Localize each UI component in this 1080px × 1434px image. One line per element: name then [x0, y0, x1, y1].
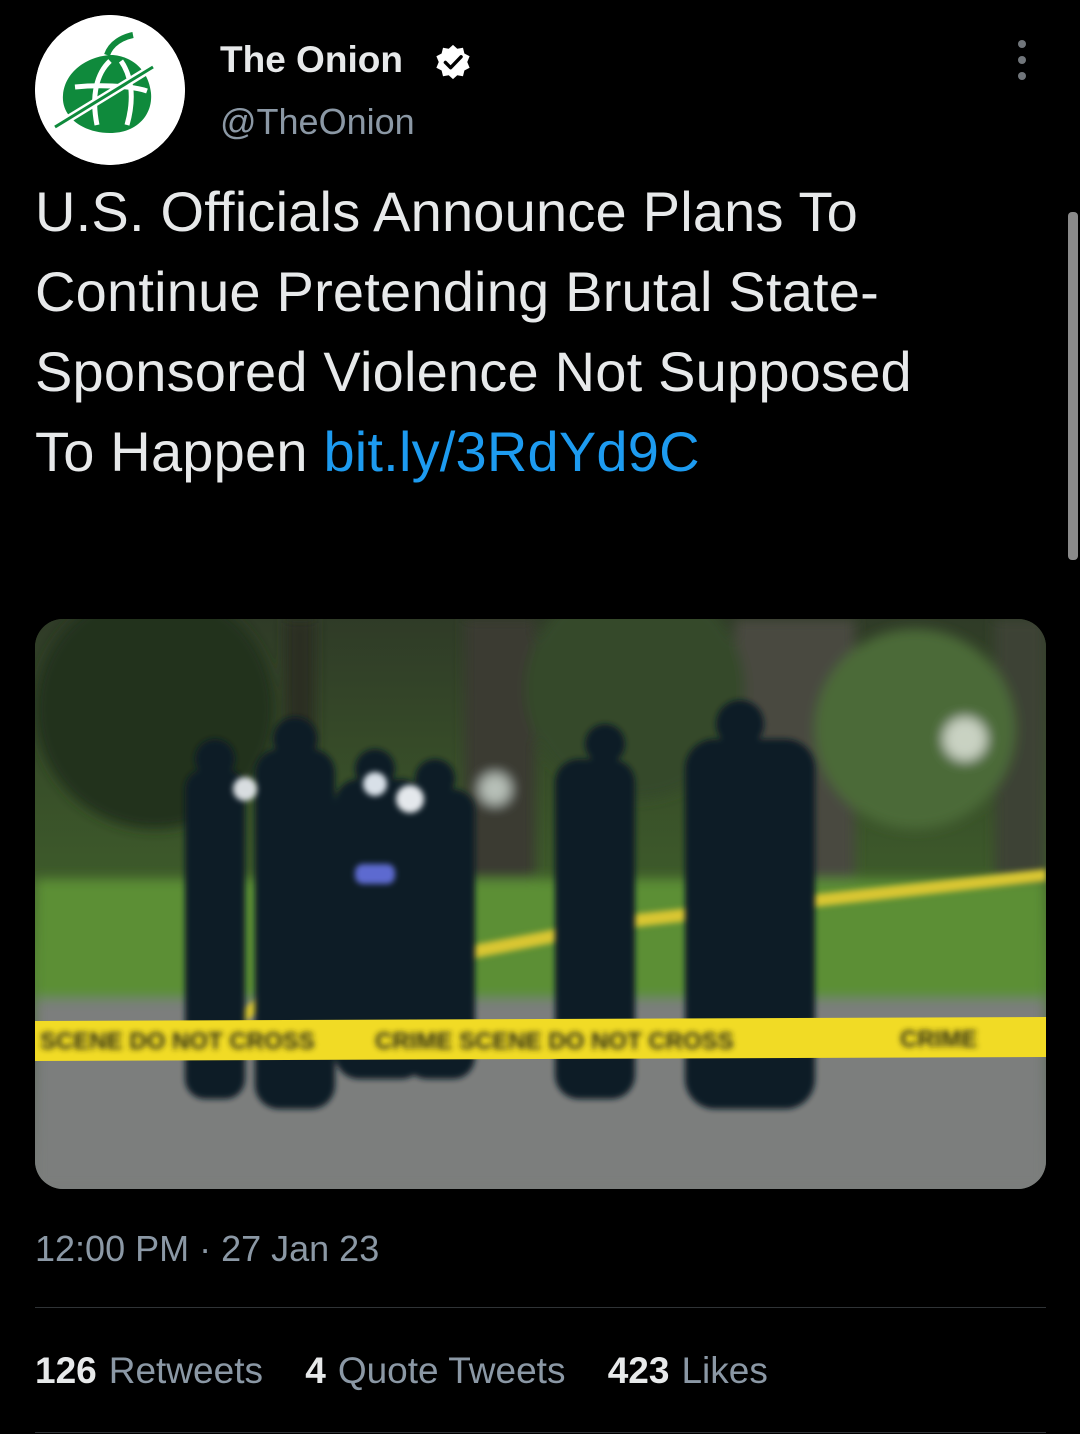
likes-count: 423 — [607, 1350, 670, 1391]
likes-stat[interactable]: 423 Likes — [608, 1348, 768, 1394]
tape-text-3: CRIME — [900, 1026, 977, 1053]
quote-tweets-stat[interactable]: 4 Quote Tweets — [305, 1348, 565, 1394]
quote-tweets-count: 4 — [305, 1350, 326, 1391]
onion-logo-icon — [35, 15, 185, 165]
tweet-image[interactable]: SCENE DO NOT CROSS CRIME SCENE DO NOT CR… — [35, 619, 1046, 1189]
tweet-stats: 126 Retweets 4 Quote Tweets 423 Likes — [35, 1348, 800, 1394]
crime-scene-photo: SCENE DO NOT CROSS CRIME SCENE DO NOT CR… — [35, 619, 1046, 1189]
tweet-link[interactable]: bit.ly/3RdYd9C — [323, 420, 699, 483]
retweets-stat[interactable]: 126 Retweets — [35, 1348, 263, 1394]
tape-text-1: SCENE DO NOT CROSS — [40, 1028, 315, 1055]
retweets-label: Retweets — [108, 1350, 263, 1391]
divider-bottom — [35, 1432, 1046, 1433]
tape-text-2: CRIME SCENE DO NOT CROSS — [375, 1028, 734, 1055]
divider — [35, 1307, 1046, 1308]
more-options-icon[interactable] — [1004, 40, 1040, 80]
tweet-text: U.S. Officials Announce Plans To Continu… — [35, 172, 935, 492]
quote-tweets-label: Quote Tweets — [337, 1350, 566, 1391]
retweets-count: 126 — [35, 1350, 97, 1391]
likes-label: Likes — [681, 1350, 768, 1391]
avatar[interactable] — [35, 15, 185, 165]
author-name[interactable]: The Onion — [220, 38, 403, 82]
scrollbar[interactable] — [1068, 212, 1078, 560]
verified-badge-icon — [436, 44, 470, 80]
author-handle[interactable]: @TheOnion — [220, 100, 415, 144]
tweet-timestamp[interactable]: 12:00 PM · 27 Jan 23 — [35, 1226, 379, 1272]
